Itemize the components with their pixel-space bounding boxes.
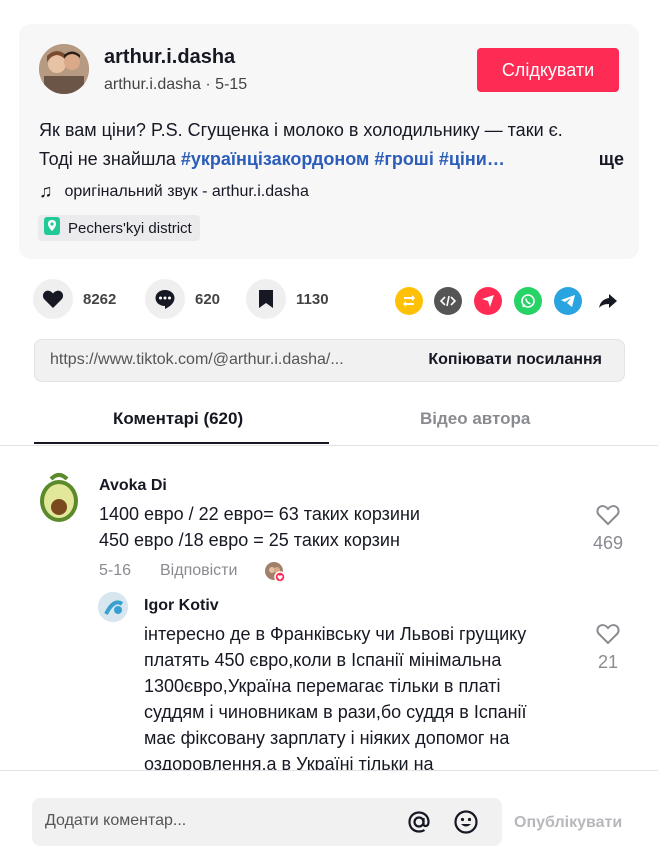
reply-text: інтересно де в Франківську чи Львові гру…: [144, 621, 584, 777]
tab-author-videos[interactable]: Відео автора: [420, 409, 530, 429]
comment-bubble-icon[interactable]: [145, 279, 185, 319]
location-tag[interactable]: Pechers'kyi district: [38, 215, 200, 241]
action-bar: 8262 620 1130: [33, 279, 623, 319]
comment-author[interactable]: Avoka Di: [99, 477, 167, 495]
like-action[interactable]: 8262: [33, 279, 116, 319]
active-tab-indicator: [34, 442, 329, 444]
reply-author[interactable]: Igor Kotiv: [144, 597, 219, 615]
reply-line: 1300євро,Україна перемагає тільки в плат…: [144, 676, 501, 696]
caption-line-2: Тоді не знайшла #українцізакордоном #гро…: [39, 145, 624, 174]
reply-line: платять 450 євро,коли в Іспанії мінімаль…: [144, 650, 502, 670]
comment-line: 450 евро /18 евро = 25 таких корзин: [99, 530, 400, 550]
copy-link-button[interactable]: Копіювати посилання: [428, 351, 602, 369]
comment-input[interactable]: [43, 811, 387, 831]
repost-icon[interactable]: [395, 287, 423, 315]
mention-icon[interactable]: [406, 809, 432, 840]
heart-outline-icon[interactable]: [586, 504, 630, 531]
comment-like[interactable]: 469: [586, 504, 630, 554]
hashtags[interactable]: #українцізакордоном #гроші #ціни…: [181, 149, 505, 169]
comment-count: 620: [195, 290, 221, 308]
more-link[interactable]: ще: [599, 145, 624, 174]
save-action[interactable]: 1130: [246, 279, 329, 319]
author-avatar[interactable]: [39, 44, 89, 94]
creator-liked-avatar: [264, 561, 286, 583]
caption-text: Тоді не знайшла: [39, 149, 181, 169]
heart-icon[interactable]: [33, 279, 73, 319]
whatsapp-icon[interactable]: [514, 287, 542, 315]
send-icon[interactable]: [474, 287, 502, 315]
location-label: Pechers'kyi district: [68, 219, 192, 237]
bookmark-icon[interactable]: [246, 279, 286, 319]
reply-line: суддям і чиновникам в рази,бо суддя в Іс…: [144, 702, 527, 722]
reply-like[interactable]: 21: [586, 623, 630, 673]
like-count: 8262: [83, 290, 117, 308]
tab-comments[interactable]: Коментарі (620): [113, 409, 243, 429]
embed-icon[interactable]: [434, 287, 462, 315]
author-username[interactable]: arthur.i.dasha: [104, 46, 235, 69]
comment-input-box: [32, 798, 502, 846]
telegram-icon[interactable]: [554, 287, 582, 315]
post-caption: Як вам ціни? P.S. Сгущенка і молоко в хо…: [39, 116, 624, 174]
comment-composer: Опублікувати: [0, 770, 658, 857]
music-note-icon: ♫: [39, 181, 53, 201]
content-tabs: Коментарі (620) Відео автора: [0, 395, 658, 446]
heart-outline-icon[interactable]: [586, 623, 630, 650]
save-count: 1130: [296, 290, 329, 308]
reply-line: інтересно де в Франківську чи Львові гру…: [144, 624, 527, 644]
post-info-card: arthur.i.dasha arthur.i.dasha · 5-15 Слі…: [19, 24, 639, 259]
follow-button[interactable]: Слідкувати: [477, 48, 619, 92]
publish-button[interactable]: Опублікувати: [514, 814, 622, 832]
post-link-box: https://www.tiktok.com/@arthur.i.dasha/.…: [34, 339, 625, 382]
comment-action[interactable]: 620: [145, 279, 220, 319]
reply-line: має фіксовану зарплату і ніяких допомог …: [144, 728, 510, 748]
reply-button[interactable]: Відповісти: [160, 562, 237, 580]
commenter-avatar[interactable]: [37, 471, 81, 523]
caption-line-1: Як вам ціни? P.S. Сгущенка і молоко в хо…: [39, 120, 563, 140]
sound-link[interactable]: ♫ оригінальний звук - arthur.i.dasha: [39, 181, 309, 202]
location-pin-icon: [44, 217, 60, 239]
reply-author-avatar[interactable]: [98, 592, 128, 622]
comment-line: 1400 евро / 22 евро= 63 таких корзини: [99, 504, 420, 524]
share-arrow-icon[interactable]: [594, 287, 622, 315]
comment-date: 5-16: [99, 562, 132, 579]
post-url[interactable]: https://www.tiktok.com/@arthur.i.dasha/.…: [50, 351, 344, 369]
comment-text: 1400 евро / 22 евро= 63 таких корзини 45…: [99, 501, 420, 553]
emoji-icon[interactable]: [453, 809, 479, 840]
reply-like-count: 21: [597, 652, 619, 672]
sound-label: оригінальний звук - arthur.i.dasha: [64, 182, 309, 200]
author-subline: arthur.i.dasha · 5-15: [104, 76, 248, 93]
comment-like-count: 469: [592, 533, 624, 553]
